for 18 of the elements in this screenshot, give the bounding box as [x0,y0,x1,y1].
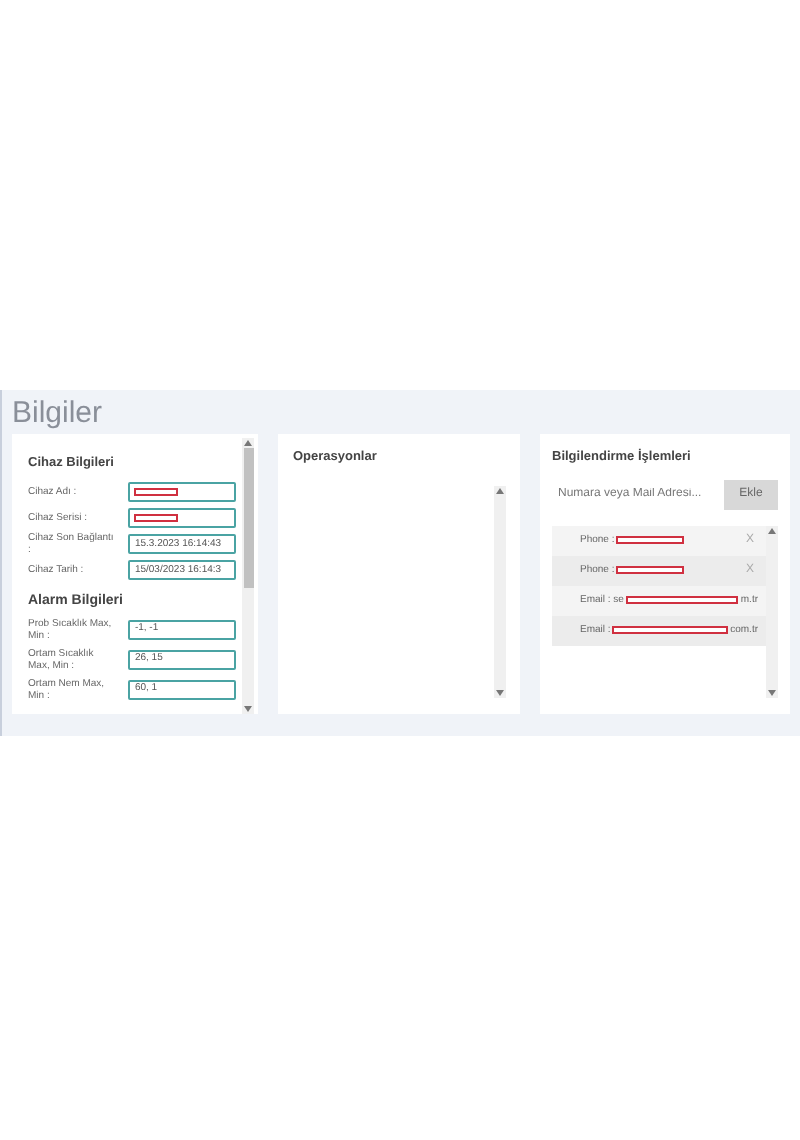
scroll-up-icon[interactable] [496,487,504,494]
page-title: Bilgiler [12,398,105,430]
scroll-down-icon[interactable] [496,690,504,696]
redaction-mark [616,566,685,575]
redaction-mark [134,514,179,523]
scroll-down-icon[interactable] [244,706,253,712]
redaction-mark [625,596,739,605]
field-value[interactable] [128,508,237,529]
scroll-thumb[interactable] [243,448,254,588]
scrollbar[interactable] [766,525,778,698]
scrollbar[interactable] [494,485,506,698]
redaction-mark [616,536,685,545]
scroll-up-icon[interactable] [768,527,776,534]
scrollbar[interactable] [242,438,255,714]
redaction-mark [612,626,729,635]
scroll-down-icon[interactable] [768,690,776,696]
field-value[interactable] [128,482,237,503]
redaction-mark [134,488,179,497]
